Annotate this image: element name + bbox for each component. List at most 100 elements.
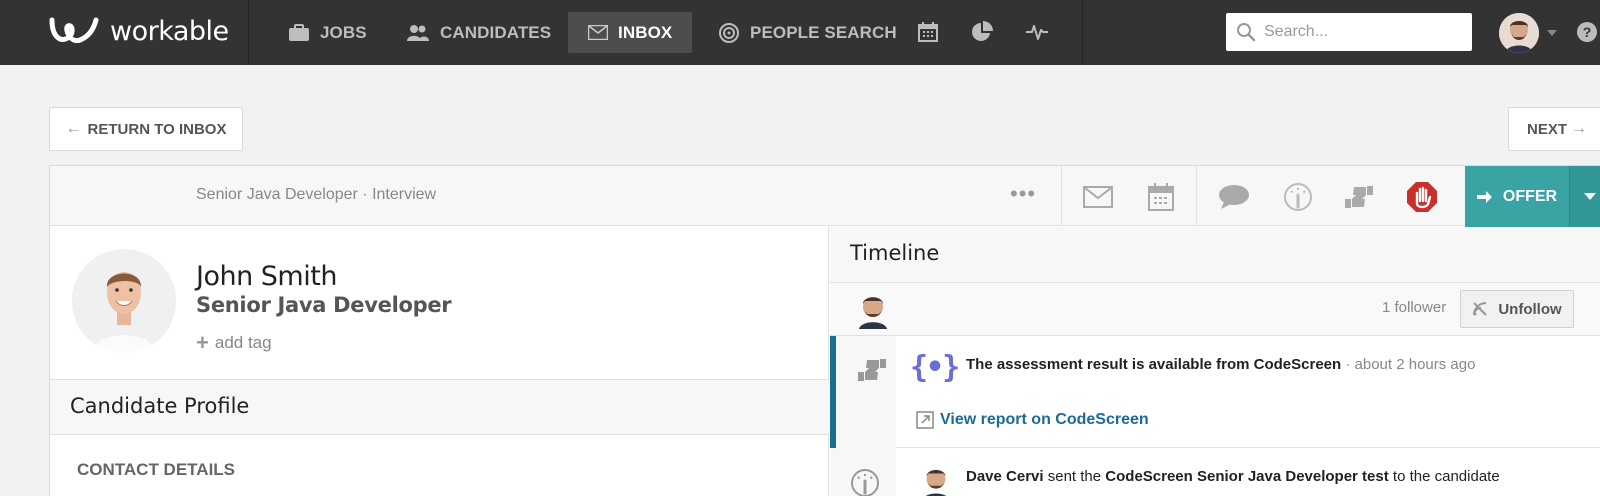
chevron-down-icon — [1584, 192, 1596, 200]
candidate-details-column: John Smith Senior Java Developer + add t… — [50, 227, 829, 496]
card-header: Senior Java Developer · Interview ••• OF… — [50, 166, 1600, 227]
add-tag-label: add tag — [214, 333, 272, 352]
people-icon — [407, 24, 429, 41]
action-divider — [1196, 166, 1197, 226]
timeline-gutter — [836, 336, 896, 448]
help-icon[interactable]: ? — [1577, 22, 1597, 42]
codescreen-logo-icon: {•} — [910, 350, 960, 385]
timeline-gutter — [830, 448, 896, 496]
reports-nav-button[interactable] — [970, 20, 994, 44]
external-link-icon — [916, 411, 934, 429]
workable-logo[interactable]: workable — [48, 14, 229, 48]
timeline-event-text: Dave Cervi sent the CodeScreen Senior Ja… — [966, 465, 1526, 489]
follower-avatar[interactable] — [856, 291, 890, 329]
search-icon — [1237, 23, 1256, 42]
arrow-left-icon: ← — [65, 120, 82, 137]
activity-icon — [1026, 25, 1048, 40]
contact-details-heading: CONTACT DETAILS — [77, 460, 236, 479]
evaluate-button[interactable] — [1282, 181, 1314, 213]
more-options-button[interactable]: ••• — [1010, 181, 1036, 207]
return-to-inbox-label: RETURN TO INBOX — [87, 120, 227, 138]
evaluate-icon — [1284, 183, 1312, 211]
calendar-nav-button[interactable] — [916, 20, 940, 44]
thumbs-icon — [858, 359, 886, 381]
envelope-icon — [588, 25, 608, 40]
nav-inbox[interactable]: INBOX — [568, 12, 693, 53]
nav-divider — [248, 0, 249, 65]
evaluate-icon — [851, 469, 879, 496]
followers-row: 1 follower Unfollow — [830, 283, 1600, 336]
rate-button[interactable] — [1343, 181, 1375, 213]
email-icon — [1083, 186, 1113, 208]
workable-logo-icon — [49, 17, 99, 44]
timeline-event-title: The assessment result is available from … — [966, 356, 1342, 373]
timeline-event-time: · about 2 hours ago — [1345, 356, 1476, 373]
comment-icon — [1219, 185, 1249, 209]
event-verb: sent the — [1047, 468, 1102, 485]
candidate-name: John Smith — [196, 261, 337, 292]
unfollow-label: Unfollow — [1498, 300, 1562, 318]
search-input[interactable] — [1264, 23, 1454, 41]
actor-photo — [926, 469, 946, 496]
unfollow-button[interactable]: Unfollow — [1460, 290, 1574, 328]
candidate-profile-title: Candidate Profile — [70, 394, 250, 418]
disqualify-icon — [1407, 182, 1437, 212]
move-stage-dropdown[interactable] — [1569, 166, 1600, 227]
schedule-event-button[interactable] — [1145, 181, 1177, 213]
timeline-column: Timeline 1 follower Unfollow {•} The ass… — [830, 227, 1600, 496]
offer-button[interactable]: OFFER — [1465, 166, 1569, 227]
offer-label: OFFER — [1502, 187, 1558, 205]
next-button[interactable]: NEXT → — [1508, 107, 1600, 151]
plus-icon: + — [196, 330, 209, 355]
activity-nav-button[interactable] — [1025, 20, 1049, 44]
user-avatar[interactable] — [1499, 13, 1539, 53]
nav-candidates[interactable]: CANDIDATES — [386, 12, 571, 53]
arrow-right-icon — [1476, 190, 1492, 203]
nav-inbox-label: INBOX — [618, 22, 673, 42]
event-suffix: to the candidate — [1392, 468, 1500, 485]
actor-avatar — [920, 464, 952, 496]
send-email-button[interactable] — [1082, 181, 1114, 213]
briefcase-icon — [289, 23, 309, 41]
nav-jobs-label: JOBS — [320, 22, 367, 42]
candidate-profile-header: Candidate Profile — [50, 379, 829, 435]
user-menu-caret[interactable] — [1547, 30, 1557, 36]
candidate-avatar — [72, 249, 176, 353]
nav-jobs[interactable]: JOBS — [268, 12, 387, 53]
timeline-event: {•} The assessment result is available f… — [830, 336, 1600, 448]
return-to-inbox-button[interactable]: ← RETURN TO INBOX — [49, 107, 243, 151]
calendar-icon — [918, 22, 938, 42]
nav-people-search-label: PEOPLE SEARCH — [750, 22, 897, 42]
view-report-link[interactable]: View report on CodeScreen — [916, 411, 1149, 429]
candidate-photo — [72, 249, 176, 353]
nav-candidates-label: CANDIDATES — [440, 22, 552, 42]
target-icon — [719, 22, 739, 43]
calendar-icon — [1148, 183, 1174, 211]
actor-name[interactable]: Dave Cervi — [966, 468, 1044, 485]
view-report-label: View report on CodeScreen — [940, 411, 1149, 428]
thumbs-icon — [1345, 186, 1373, 208]
next-label: NEXT — [1527, 120, 1568, 138]
job-stage-subtitle: Senior Java Developer · Interview — [196, 186, 437, 203]
timeline-event: Dave Cervi sent the CodeScreen Senior Ja… — [830, 448, 1600, 496]
candidate-card: Senior Java Developer · Interview ••• OF… — [49, 165, 1600, 496]
top-navbar: workable JOBS CANDIDATES INBOX PEOPLE SE… — [0, 0, 1600, 65]
candidate-role: Senior Java Developer — [196, 293, 452, 317]
nav-people-search[interactable]: PEOPLE SEARCH — [698, 12, 917, 53]
pie-chart-icon — [972, 21, 993, 41]
action-divider — [1061, 166, 1062, 226]
search-box[interactable] — [1226, 13, 1472, 51]
nav-divider — [1082, 0, 1083, 65]
event-object: CodeScreen Senior Java Developer test — [1105, 468, 1389, 485]
arrow-right-icon: → — [1571, 120, 1588, 137]
add-comment-button[interactable] — [1218, 181, 1250, 213]
add-tag-button[interactable]: + add tag — [196, 330, 272, 355]
avatar-image — [1499, 13, 1539, 53]
unfollow-icon — [1473, 302, 1488, 316]
timeline-title: Timeline — [850, 241, 940, 265]
timeline-event-text: The assessment result is available from … — [966, 353, 1526, 377]
logo-text: workable — [110, 15, 229, 47]
disqualify-button[interactable] — [1406, 181, 1438, 213]
timeline-header: Timeline — [830, 227, 1600, 283]
follower-photo — [859, 297, 887, 329]
